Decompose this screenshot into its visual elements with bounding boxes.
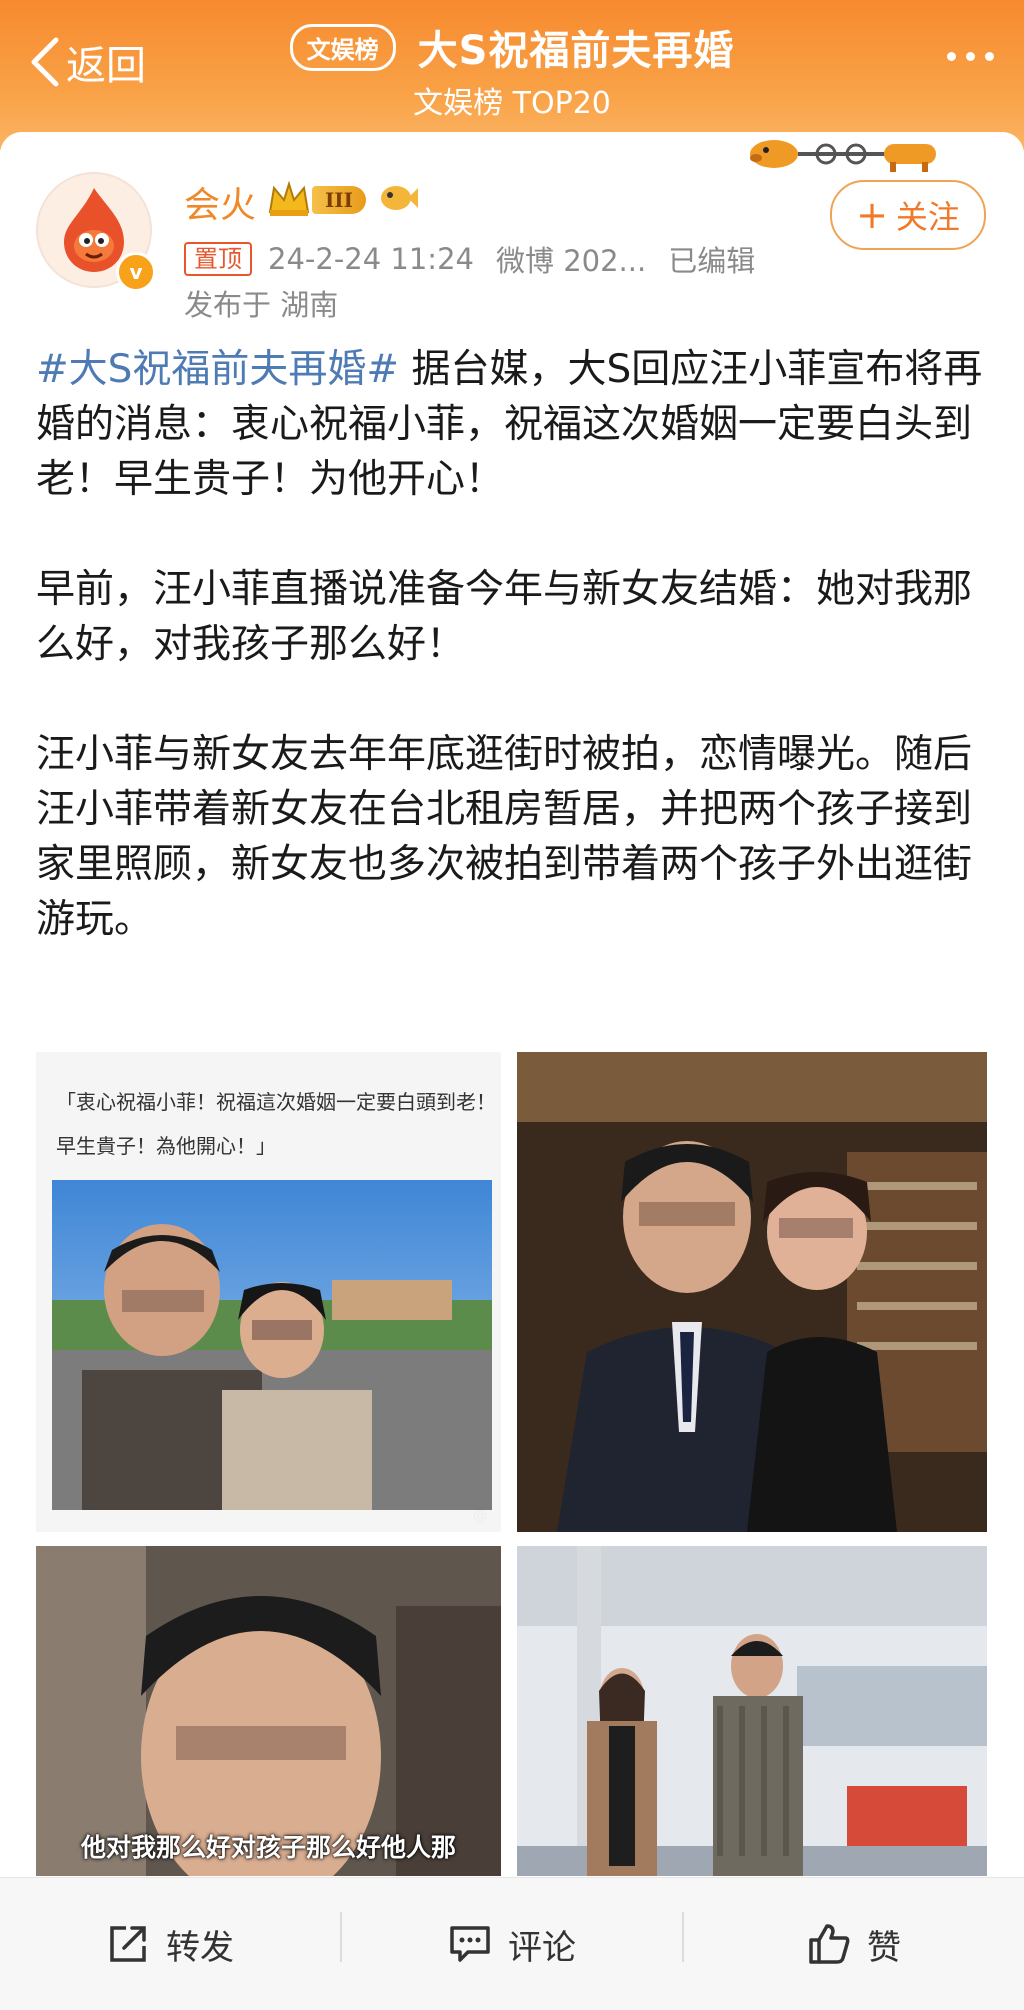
- selfie-photo: [52, 1180, 492, 1510]
- edited-label[interactable]: 已编辑: [668, 238, 755, 280]
- watermark: @: [473, 1508, 487, 1524]
- fish-badge-icon: [381, 186, 418, 210]
- level-badge: III: [312, 186, 366, 214]
- post-image-3[interactable]: 他对我那么好对孩子那么好他人那: [36, 1546, 501, 1876]
- post-image-2[interactable]: [517, 1052, 987, 1532]
- bottom-action-bar: 转发 评论 赞: [0, 1877, 1024, 2010]
- repost-button[interactable]: 转发: [0, 1878, 340, 2010]
- like-label: 赞: [867, 1927, 901, 1968]
- couple-photo: [517, 1052, 987, 1532]
- post-source: 微博 202...: [495, 244, 647, 278]
- hashtag-link[interactable]: #大S祝福前夫再婚#: [36, 347, 399, 392]
- paragraph-3: 汪小菲与新女友去年年底逛街时被拍，恋情曝光。随后汪小菲带着新女友在台北租房暂居，…: [36, 732, 973, 942]
- page-subtitle: 文娱榜 TOP20: [413, 86, 611, 121]
- repost-label: 转发: [166, 1927, 234, 1968]
- header-title-row: 文娱榜 大S祝福前夫再婚: [0, 18, 1024, 76]
- share-icon: [110, 1926, 146, 1962]
- top-header: 返回 文娱榜 大S祝福前夫再婚 文娱榜 TOP20: [0, 0, 1024, 150]
- pinned-badge: 置顶: [184, 242, 252, 276]
- post-meta-row: 置顶 24-2-24 11:24 微博 202... 已编辑: [184, 238, 755, 280]
- post-image-4[interactable]: [517, 1546, 987, 1876]
- comment-icon: [450, 1926, 490, 1962]
- post-date: 24-2-24 11:24: [268, 242, 474, 276]
- image-3-caption: 他对我那么好对孩子那么好他人那: [80, 1833, 456, 1862]
- dog-decoration-icon: [750, 140, 936, 172]
- follow-label: 关注: [895, 198, 960, 236]
- comment-label: 评论: [508, 1927, 576, 1968]
- image-1-caption: 「衷心祝福小菲！祝福這次婚姻一定要白頭到老！早生貴子！為他開心！」: [56, 1090, 496, 1158]
- post-body: #大S祝福前夫再婚# 据台媒，大S回应汪小菲宣布将再婚的消息：衷心祝福小菲，祝福…: [36, 342, 991, 947]
- page-title: 大S祝福前夫再婚: [417, 28, 735, 74]
- verified-badge: v: [116, 252, 156, 292]
- post-location: 发布于 湖南: [184, 288, 339, 322]
- paragraph-2: 早前，汪小菲直播说准备今年与新女友结婚：她对我那么好，对我孩子那么好！: [36, 567, 973, 667]
- username[interactable]: 会火: [184, 176, 256, 228]
- plus-icon: +: [856, 193, 888, 237]
- comment-button[interactable]: 评论: [342, 1878, 682, 2010]
- like-button[interactable]: 赞: [684, 1878, 1024, 2010]
- paragraph-1: #大S祝福前夫再婚# 据台媒，大S回应汪小菲宣布将再婚的消息：衷心祝福小菲，祝福…: [36, 342, 991, 507]
- post-card: v 会火 III 置顶 24-2-24 11:24 微博 202... 已编辑 …: [0, 132, 1024, 1877]
- crown-icon: [268, 180, 310, 216]
- airport-photo: [517, 1546, 987, 1876]
- thumbs-up-icon: [809, 1924, 850, 1964]
- more-dots-icon[interactable]: [947, 52, 994, 61]
- follow-button[interactable]: + 关注: [830, 180, 986, 250]
- post-image-1[interactable]: 「衷心祝福小菲！祝福這次婚姻一定要白頭到老！早生貴子！為他開心！」 @: [36, 1052, 501, 1532]
- livestream-photo: [36, 1546, 501, 1876]
- board-tag: 文娱榜: [289, 23, 396, 71]
